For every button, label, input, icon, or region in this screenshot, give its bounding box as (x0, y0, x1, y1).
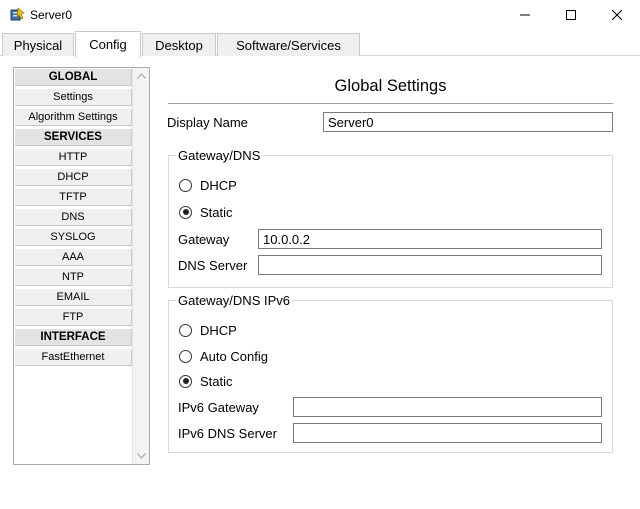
ipv6-dns-server-label: IPv6 DNS Server (178, 426, 277, 441)
scroll-up-button[interactable] (133, 68, 149, 84)
nav-item-syslog[interactable]: SYSLOG (15, 229, 132, 246)
page-title: Global Settings (334, 77, 447, 95)
gateway-label: Gateway (178, 232, 230, 247)
ipv6-static-option[interactable]: Static (179, 373, 233, 389)
nav-item-tftp[interactable]: TFTP (15, 189, 132, 206)
close-icon (612, 10, 622, 20)
window-title: Server0 (30, 8, 73, 22)
nav-item-algorithm-settings[interactable]: Algorithm Settings (15, 109, 132, 126)
title-divider (168, 103, 613, 104)
gateway-dns-ipv6-legend: Gateway/DNS IPv6 (176, 293, 292, 308)
gateway-dns-legend: Gateway/DNS (176, 148, 263, 163)
ipv6-dhcp-radio[interactable] (179, 323, 192, 337)
gateway-dns-static-radio[interactable] (179, 205, 192, 219)
display-name-input[interactable] (323, 112, 613, 132)
close-button[interactable] (594, 0, 640, 30)
ipv6-gateway-input[interactable] (293, 397, 602, 417)
ipv6-static-radio[interactable] (179, 374, 192, 388)
title-bar: Server0 (0, 0, 640, 30)
server-app-icon (10, 7, 25, 21)
nav-item-email[interactable]: EMAIL (15, 289, 132, 306)
nav-item-dhcp[interactable]: DHCP (15, 169, 132, 186)
dns-server-input[interactable] (258, 255, 602, 275)
nav-item-ntp[interactable]: NTP (15, 269, 132, 286)
ipv6-auto-config-label: Auto Config (200, 348, 268, 364)
nav-item-ftp[interactable]: FTP (15, 309, 132, 326)
minimize-button[interactable] (502, 0, 548, 30)
nav-item-fastethernet[interactable]: FastEthernet (15, 349, 132, 366)
gateway-dns-static-option[interactable]: Static (179, 204, 233, 220)
gateway-dns-static-label: Static (200, 204, 233, 220)
ipv6-dhcp-option[interactable]: DHCP (179, 322, 237, 338)
ipv6-auto-config-radio[interactable] (179, 349, 192, 363)
ipv6-gateway-label: IPv6 Gateway (178, 400, 259, 415)
nav-header-global[interactable]: GLOBAL (15, 69, 132, 86)
nav-item-dns[interactable]: DNS (15, 209, 132, 226)
ipv6-auto-config-option[interactable]: Auto Config (179, 348, 268, 364)
gateway-dns-dhcp-radio[interactable] (179, 178, 192, 192)
minimize-icon (520, 14, 530, 16)
maximize-icon (566, 10, 576, 20)
nav-item-settings[interactable]: Settings (15, 89, 132, 106)
maximize-button[interactable] (548, 0, 594, 30)
tab-physical[interactable]: Physical (2, 33, 74, 56)
nav-item-http[interactable]: HTTP (15, 149, 132, 166)
chevron-up-icon (136, 73, 146, 79)
gateway-dns-dhcp-label: DHCP (200, 177, 237, 193)
chevron-down-icon (136, 453, 146, 459)
gateway-dns-dhcp-option[interactable]: DHCP (179, 177, 237, 193)
nav-item-aaa[interactable]: AAA (15, 249, 132, 266)
ipv6-static-label: Static (200, 373, 233, 389)
display-name-label: Display Name (167, 115, 248, 130)
ipv6-dns-server-input[interactable] (293, 423, 602, 443)
gateway-input[interactable] (258, 229, 602, 249)
tab-config[interactable]: Config (75, 31, 141, 57)
nav-header-services[interactable]: SERVICES (15, 129, 132, 146)
nav-header-interface[interactable]: INTERFACE (15, 329, 132, 346)
scroll-down-button[interactable] (133, 448, 149, 464)
dns-server-label: DNS Server (178, 258, 248, 273)
nav-scrollbar[interactable] (132, 68, 149, 464)
ipv6-dhcp-label: DHCP (200, 322, 237, 338)
tab-software-services[interactable]: Software/Services (217, 33, 360, 56)
config-nav-list: GLOBAL Settings Algorithm Settings SERVI… (13, 67, 150, 465)
tab-bar: Physical Config Desktop Software/Service… (0, 30, 640, 57)
tab-desktop[interactable]: Desktop (142, 33, 216, 56)
